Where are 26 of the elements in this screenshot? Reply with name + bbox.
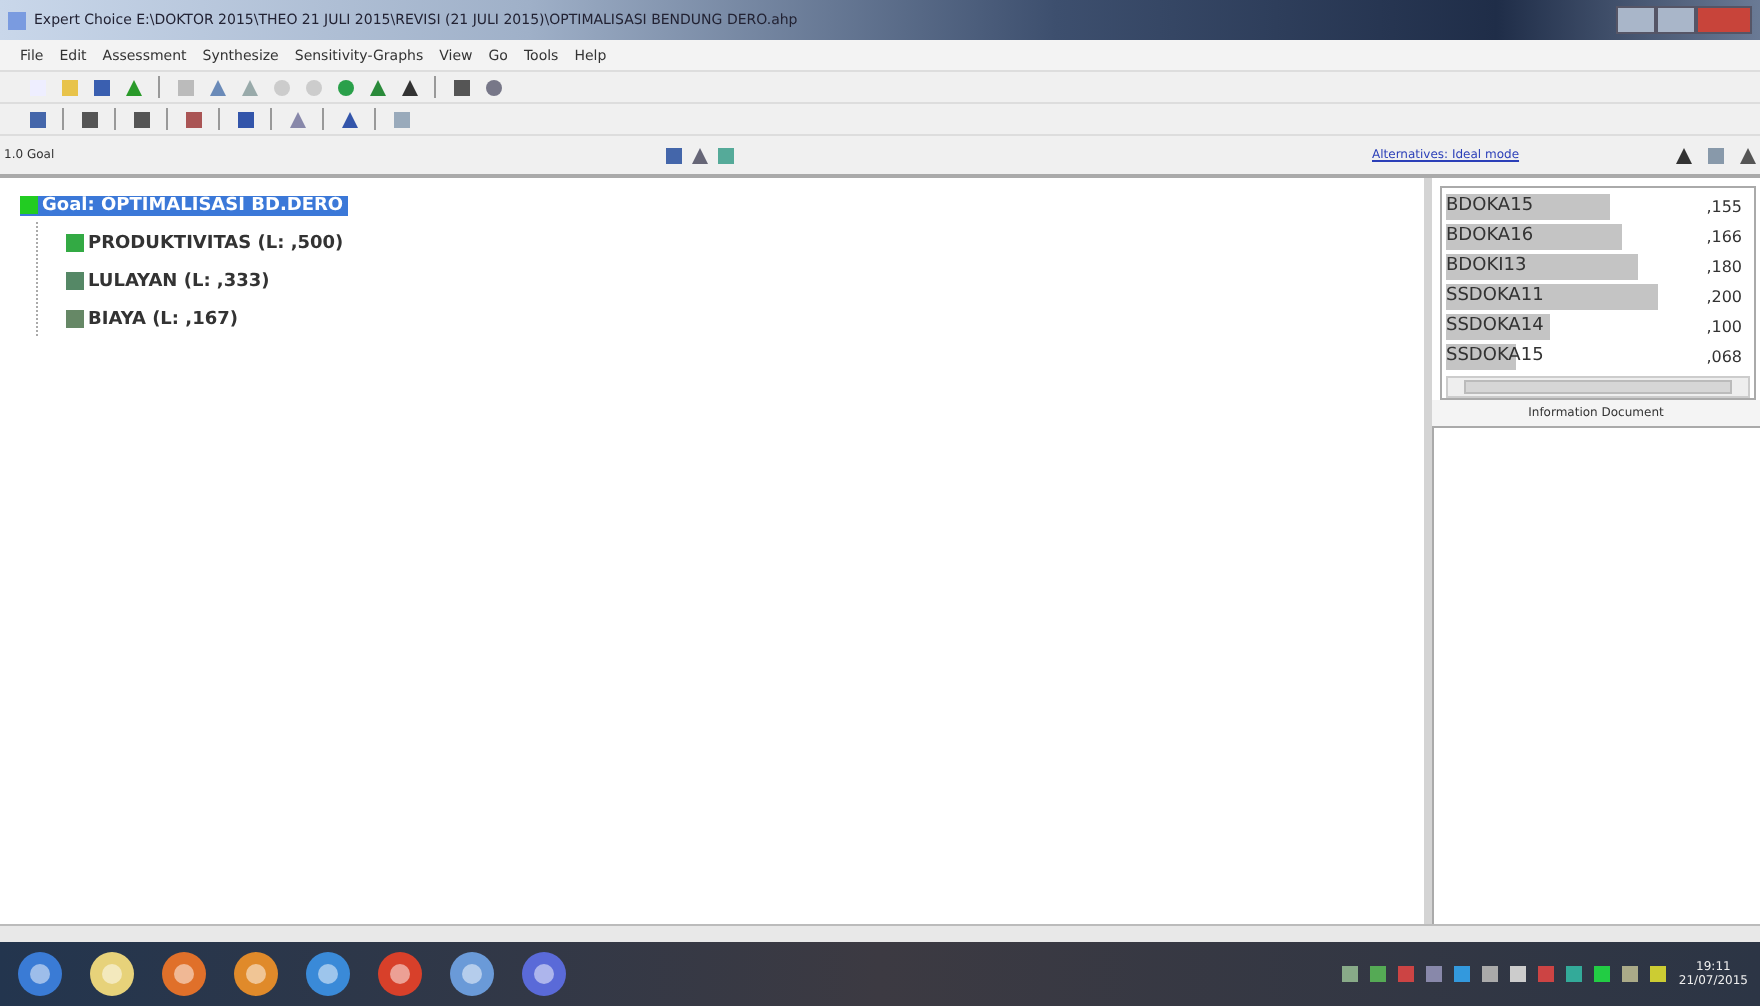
minimize-button[interactable] [1616, 6, 1656, 34]
alternative-value: ,200 [1706, 288, 1744, 306]
toolbar-button[interactable] [448, 74, 474, 100]
toolbar-button[interactable] [660, 142, 687, 168]
alternative-value: ,155 [1706, 198, 1744, 216]
alternative-name: SSDOKA14 [1446, 314, 1544, 340]
alternative-name: SSDOKA11 [1446, 284, 1544, 310]
tree-node[interactable]: PRODUKTIVITAS (L: ,500) [66, 233, 348, 253]
toolbar-button[interactable] [128, 106, 154, 132]
toolbar-button[interactable] [232, 106, 258, 132]
horizontal-scrollbar[interactable] [1446, 376, 1750, 398]
toolbar-button[interactable] [24, 106, 50, 132]
alternative-value: ,166 [1706, 228, 1744, 246]
tree-node[interactable]: Goal: OPTIMALISASI BD.DERO [20, 195, 348, 215]
alternative-value: ,068 [1706, 348, 1744, 366]
alternative-name: BDOKA16 [1446, 224, 1534, 250]
alternative-name: SSDOKA15 [1446, 344, 1544, 370]
maximize-button[interactable] [1656, 6, 1696, 34]
toolbar-button[interactable] [88, 74, 114, 100]
alternative-value: ,100 [1706, 318, 1744, 336]
alternative-value: ,180 [1706, 258, 1744, 276]
alternative-name: BDOKI13 [1446, 254, 1527, 280]
tree-node[interactable]: BIAYA (L: ,167) [66, 309, 242, 329]
tree-node[interactable]: LULAYAN (L: ,333) [66, 271, 274, 291]
alternative-name: BDOKA15 [1446, 194, 1534, 220]
toolbar-button[interactable] [76, 106, 102, 132]
